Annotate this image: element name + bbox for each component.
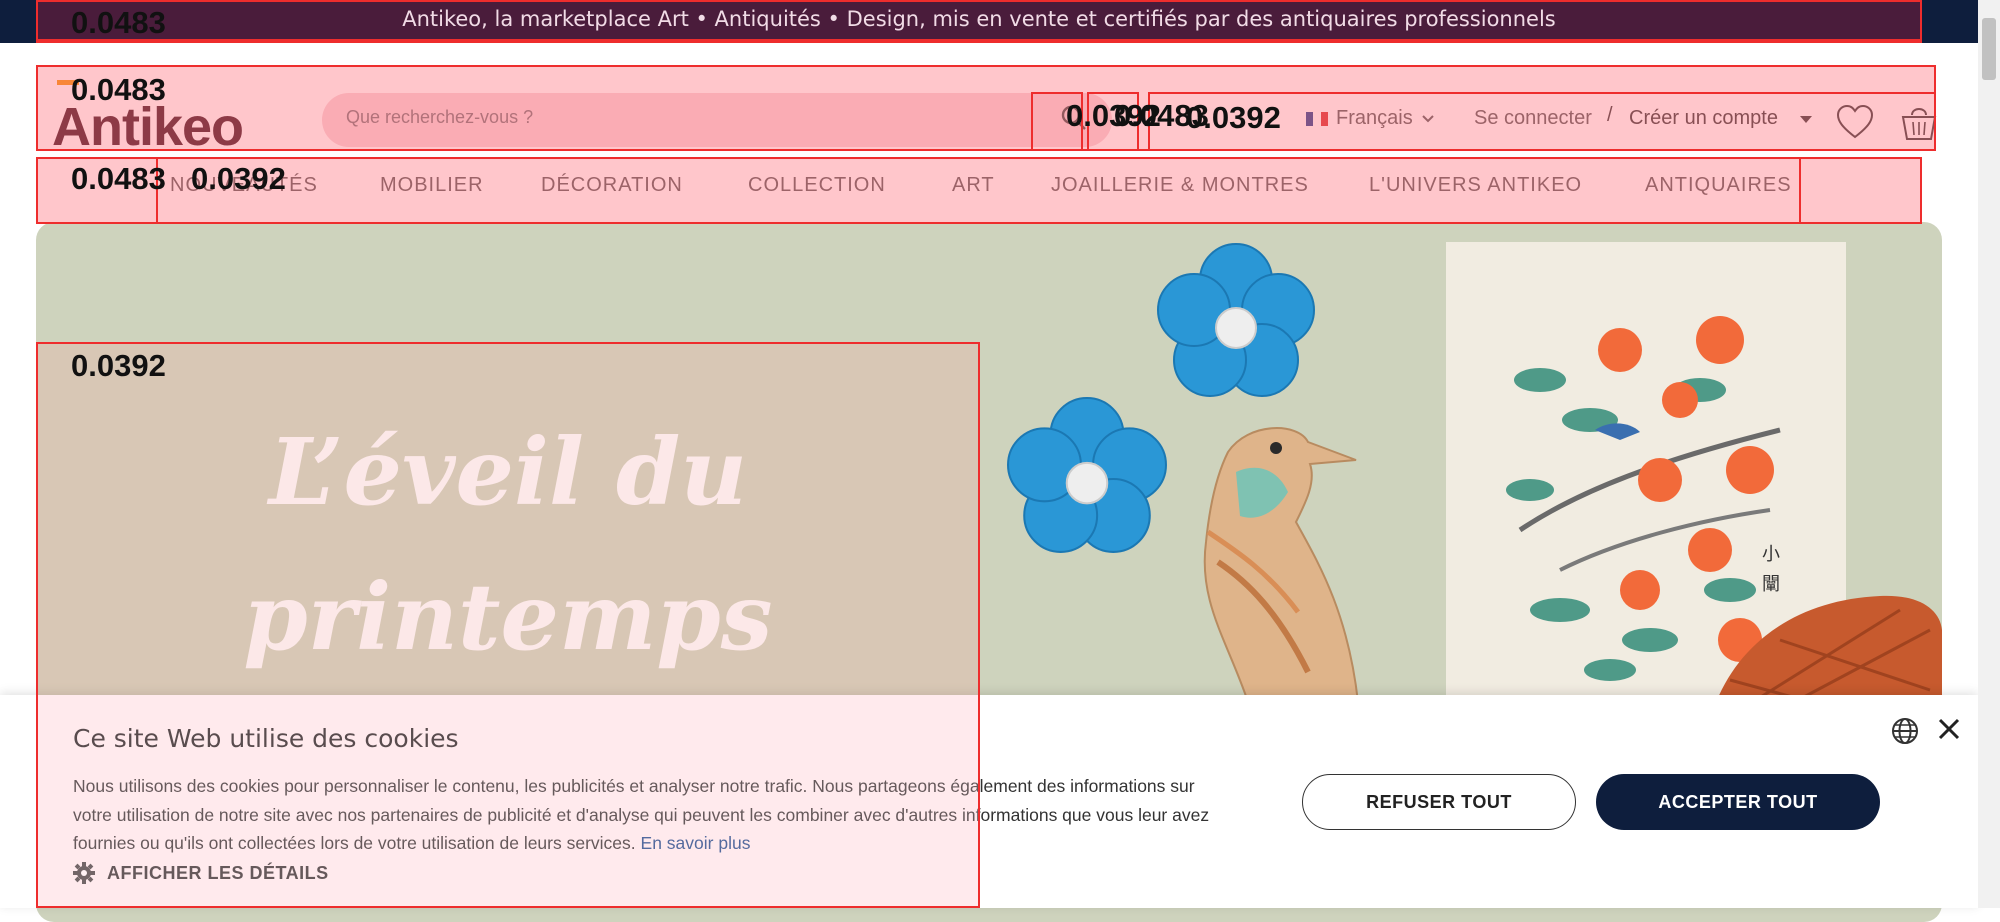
- page-scrollbar[interactable]: [1978, 0, 2000, 908]
- overlay-score: 0.0483: [71, 161, 166, 196]
- scrollbar-thumb[interactable]: [1982, 18, 1996, 80]
- turquoise-flower-earring-image: [1007, 397, 1167, 553]
- turquoise-flower-earring-image: [1157, 243, 1315, 397]
- overlay-score: 0.0392: [1186, 100, 1281, 135]
- refuse-all-button[interactable]: REFUSER TOUT: [1302, 774, 1576, 830]
- overlay-box-nav-inner: [156, 157, 1801, 224]
- overlay-score: 0.0483: [71, 5, 166, 40]
- overlay-score: 0.0392: [71, 348, 166, 383]
- svg-text:小: 小: [1762, 544, 1780, 565]
- accept-all-button[interactable]: ACCEPTER TOUT: [1596, 774, 1880, 830]
- globe-icon[interactable]: [1890, 716, 1920, 746]
- bird-statue-image: [1203, 427, 1360, 702]
- overlay-score: 0.0392: [191, 161, 286, 196]
- overlay-box-announcement: [36, 0, 1922, 43]
- overlay-box-hero-text: [36, 342, 980, 908]
- overlay-score: 0.0483: [71, 72, 166, 107]
- close-icon[interactable]: [1936, 716, 1962, 742]
